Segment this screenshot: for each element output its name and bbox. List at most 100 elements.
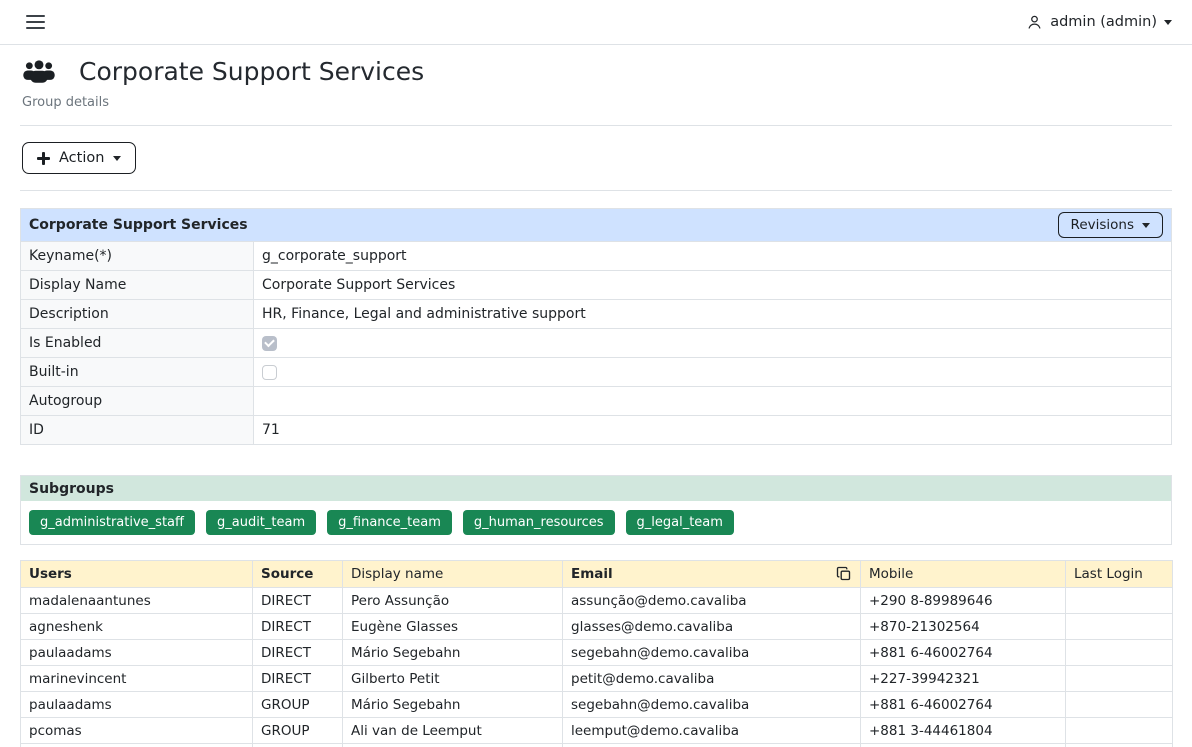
- revisions-button-label: Revisions: [1071, 217, 1134, 233]
- group-detail-title: Corporate Support Services: [29, 217, 248, 233]
- subgroups-header: Subgroups: [20, 475, 1172, 501]
- user-cell-username: paulaadams: [21, 640, 253, 666]
- subgroups-list: g_administrative_staff g_audit_team g_fina…: [20, 501, 1172, 545]
- user-cell-display-name: Eugène Glasses: [343, 614, 563, 640]
- user-cell-email: leemput@demo.cavaliba: [563, 718, 861, 744]
- detail-label-is-enabled: Is Enabled: [21, 329, 254, 358]
- user-cell-mobile: +881 6-46002764: [861, 692, 1066, 718]
- user-cell-mobile: +881 6-46002764: [861, 640, 1066, 666]
- users-column-email: Email: [563, 561, 861, 588]
- user-cell-last-login: [1066, 588, 1173, 614]
- user-cell-source: GROUP: [253, 692, 343, 718]
- user-menu-label: admin (admin): [1050, 14, 1157, 30]
- plus-icon: [37, 152, 50, 165]
- user-cell-display-name: Ali van de Leemput: [343, 718, 563, 744]
- detail-value-id: 71: [254, 416, 1172, 445]
- users-header-row: UsersSourceDisplay nameEmail MobileLast …: [21, 561, 1173, 588]
- detail-label-description: Description: [21, 300, 254, 329]
- is-enabled-checkbox: [262, 336, 277, 351]
- user-cell-username: madalenaantunes: [21, 588, 253, 614]
- user-cell-source: [253, 744, 343, 747]
- detail-value-keyname: g_corporate_support: [254, 242, 1172, 271]
- user-row: paulaadamsGROUPMário Segebahnsegebahn@de…: [21, 692, 1173, 718]
- user-cell-mobile: +870-21302564: [861, 614, 1066, 640]
- copy-icon[interactable]: [836, 566, 852, 582]
- action-button-label: Action: [59, 150, 104, 166]
- detail-value-is-enabled: [254, 329, 1172, 358]
- subgroups-panel: Subgroups g_administrative_staff g_audit_…: [20, 475, 1172, 545]
- user-row: marinevincentDIRECTGilberto Petitpetit@d…: [21, 666, 1173, 692]
- detail-row: ID71: [21, 416, 1172, 445]
- group-icon: [22, 59, 56, 84]
- user-cell-email: assunção@demo.cavaliba: [563, 588, 861, 614]
- user-cell-email: segebahn@demo.cavaliba: [563, 692, 861, 718]
- user-cell-mobile: +881 3-44461804: [861, 718, 1066, 744]
- action-button[interactable]: Action: [22, 142, 136, 174]
- users-panel: UsersSourceDisplay nameEmail MobileLast …: [20, 560, 1172, 747]
- user-cell-display-name: Mário Segebahn: [343, 692, 563, 718]
- detail-row: Built-in: [21, 358, 1172, 387]
- detail-row: Keyname(*)g_corporate_support: [21, 242, 1172, 271]
- detail-row: DescriptionHR, Finance, Legal and admini…: [21, 300, 1172, 329]
- group-detail-table: Keyname(*)g_corporate_supportDisplay Nam…: [20, 241, 1172, 445]
- user-cell-username: marinevincent: [21, 666, 253, 692]
- user-menu-button[interactable]: admin (admin): [1020, 13, 1178, 32]
- user-cell-display-name: [343, 744, 563, 747]
- subgroup-badge-g-administrative-staff[interactable]: g_administrative_staff: [29, 510, 195, 535]
- user-cell-email: petit@demo.cavaliba: [563, 666, 861, 692]
- user-cell-mobile: +290 8-89989646: [861, 588, 1066, 614]
- screen: admin (admin) Corporate Support Services…: [0, 0, 1192, 747]
- user-cell-username: [21, 744, 253, 747]
- toolbar: Action: [0, 141, 1192, 175]
- user-cell-last-login: [1066, 614, 1173, 640]
- user-row-partial: [21, 744, 1173, 747]
- subgroup-badge-g-finance-team[interactable]: g_finance_team: [327, 510, 452, 535]
- detail-value-built-in: [254, 358, 1172, 387]
- user-row: madalenaantunesDIRECTPero Assunçãoassunç…: [21, 588, 1173, 614]
- user-row: paulaadamsDIRECTMário Segebahnsegebahn@d…: [21, 640, 1173, 666]
- user-cell-display-name: Gilberto Petit: [343, 666, 563, 692]
- subgroup-badge-g-legal-team[interactable]: g_legal_team: [626, 510, 734, 535]
- user-cell-source: GROUP: [253, 718, 343, 744]
- hamburger-icon: [26, 15, 45, 17]
- hamburger-icon: [26, 27, 45, 29]
- user-cell-last-login: [1066, 718, 1173, 744]
- users-column-source: Source: [253, 561, 343, 588]
- page-head: Corporate Support Services Group details: [0, 45, 1192, 110]
- user-cell-last-login: [1066, 666, 1173, 692]
- subgroup-badge-g-audit-team[interactable]: g_audit_team: [206, 510, 316, 535]
- users-table: UsersSourceDisplay nameEmail MobileLast …: [20, 560, 1173, 747]
- user-cell-email: segebahn@demo.cavaliba: [563, 640, 861, 666]
- chevron-down-icon: [113, 156, 121, 161]
- users-column-users: Users: [21, 561, 253, 588]
- person-icon: [1026, 14, 1043, 31]
- detail-label-autogroup: Autogroup: [21, 387, 254, 416]
- user-row: agneshenkDIRECTEugène Glassesglasses@dem…: [21, 614, 1173, 640]
- detail-row: Autogroup: [21, 387, 1172, 416]
- user-cell-username: paulaadams: [21, 692, 253, 718]
- topbar: admin (admin): [0, 0, 1192, 45]
- built-in-checkbox: [262, 365, 277, 380]
- user-row: pcomasGROUPAli van de Leemputleemput@dem…: [21, 718, 1173, 744]
- detail-row: Is Enabled: [21, 329, 1172, 358]
- user-cell-source: DIRECT: [253, 666, 343, 692]
- detail-value-display-name: Corporate Support Services: [254, 271, 1172, 300]
- users-column-display-name: Display name: [343, 561, 563, 588]
- subgroup-badge-g-human-resources[interactable]: g_human_resources: [463, 510, 615, 535]
- group-detail-header: Corporate Support Services Revisions: [20, 208, 1172, 241]
- detail-value-description: HR, Finance, Legal and administrative su…: [254, 300, 1172, 329]
- page-title: Corporate Support Services: [79, 57, 424, 86]
- user-cell-source: DIRECT: [253, 588, 343, 614]
- user-cell-display-name: Mário Segebahn: [343, 640, 563, 666]
- menu-toggle-button[interactable]: [24, 11, 47, 33]
- user-cell-last-login: [1066, 744, 1173, 747]
- divider: [20, 190, 1172, 191]
- user-cell-email: [563, 744, 861, 747]
- detail-label-id: ID: [21, 416, 254, 445]
- detail-label-keyname: Keyname(*): [21, 242, 254, 271]
- group-detail-panel: Corporate Support Services Revisions Key…: [20, 208, 1172, 445]
- detail-label-display-name: Display Name: [21, 271, 254, 300]
- revisions-button[interactable]: Revisions: [1058, 212, 1163, 238]
- user-cell-last-login: [1066, 640, 1173, 666]
- users-column-mobile: Mobile: [861, 561, 1066, 588]
